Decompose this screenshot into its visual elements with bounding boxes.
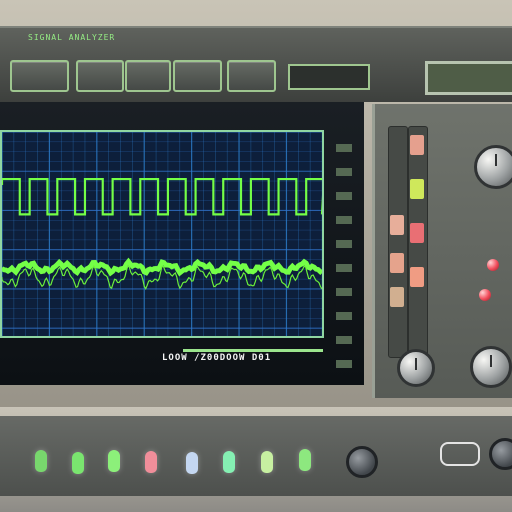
- top-button-4[interactable]: [173, 60, 222, 92]
- input-jack-1[interactable]: [346, 446, 378, 478]
- red-indicator-upper: [487, 259, 499, 271]
- slider-thumb-6[interactable]: [390, 253, 404, 273]
- side-tag-2: [336, 168, 352, 176]
- upper-trace: [2, 177, 322, 216]
- indicator-gem-2: [72, 452, 84, 474]
- top-button-5[interactable]: [227, 60, 276, 92]
- level-slider-2[interactable]: [388, 126, 408, 358]
- slider-thumb-2[interactable]: [410, 179, 424, 199]
- slider-thumb-1[interactable]: [410, 135, 424, 155]
- scope-marker: [183, 349, 323, 352]
- side-tag-4: [336, 216, 352, 224]
- indicator-gem-4: [145, 451, 157, 473]
- red-indicator-lower: [479, 289, 491, 301]
- side-tag-1: [336, 144, 352, 152]
- indicator-gem-5: [186, 452, 198, 474]
- center-readout: [288, 64, 370, 90]
- top-button-2[interactable]: [76, 60, 124, 92]
- side-rail: [324, 130, 364, 385]
- status-display: [425, 61, 512, 95]
- scope-grid: [2, 132, 322, 336]
- right-panel-header: [382, 110, 510, 120]
- level-slider-1[interactable]: [408, 126, 428, 358]
- upper-knob-indicator: [495, 154, 497, 166]
- top-button-1[interactable]: [10, 60, 69, 92]
- side-tag-10: [336, 360, 352, 368]
- lower-left-knob-indicator: [415, 358, 417, 370]
- indicator-gem-8: [299, 449, 311, 471]
- slider-thumb-3[interactable]: [410, 223, 424, 243]
- indicator-gem-6: [223, 451, 235, 473]
- lower-left-control-knob[interactable]: [397, 349, 435, 387]
- scope-header: [0, 117, 328, 131]
- indicator-gem-3: [108, 450, 120, 472]
- side-tag-6: [336, 264, 352, 272]
- top-mini-labels: [377, 62, 411, 88]
- scope-footer: LOOW /Z00DOOW D01: [0, 339, 324, 367]
- bottom-badge: [440, 442, 480, 466]
- upper-control-knob[interactable]: [474, 145, 512, 189]
- oscilloscope-screen: [0, 130, 324, 338]
- slider-thumb-5[interactable]: [390, 215, 404, 235]
- scope-footer-bottom: LOOW /Z00DOOW D01: [162, 353, 272, 363]
- side-tag-8: [336, 312, 352, 320]
- indicator-gem-1: [35, 450, 47, 472]
- side-tag-5: [336, 240, 352, 248]
- top-button-3[interactable]: [125, 60, 171, 92]
- side-tag-9: [336, 336, 352, 344]
- indicator-gem-7: [261, 451, 273, 473]
- lower-right-knob-indicator: [490, 355, 492, 367]
- side-tag-3: [336, 192, 352, 200]
- slider-thumb-7[interactable]: [390, 287, 404, 307]
- slider-thumb-4[interactable]: [410, 267, 424, 287]
- lower-right-control-knob[interactable]: [470, 346, 512, 388]
- signal-analyzer-device: SIGNAL ANALYZER LOOW /Z00DOOW D01: [0, 0, 512, 512]
- top-label-row: SIGNAL ANALYZER: [28, 33, 116, 42]
- side-tag-7: [336, 288, 352, 296]
